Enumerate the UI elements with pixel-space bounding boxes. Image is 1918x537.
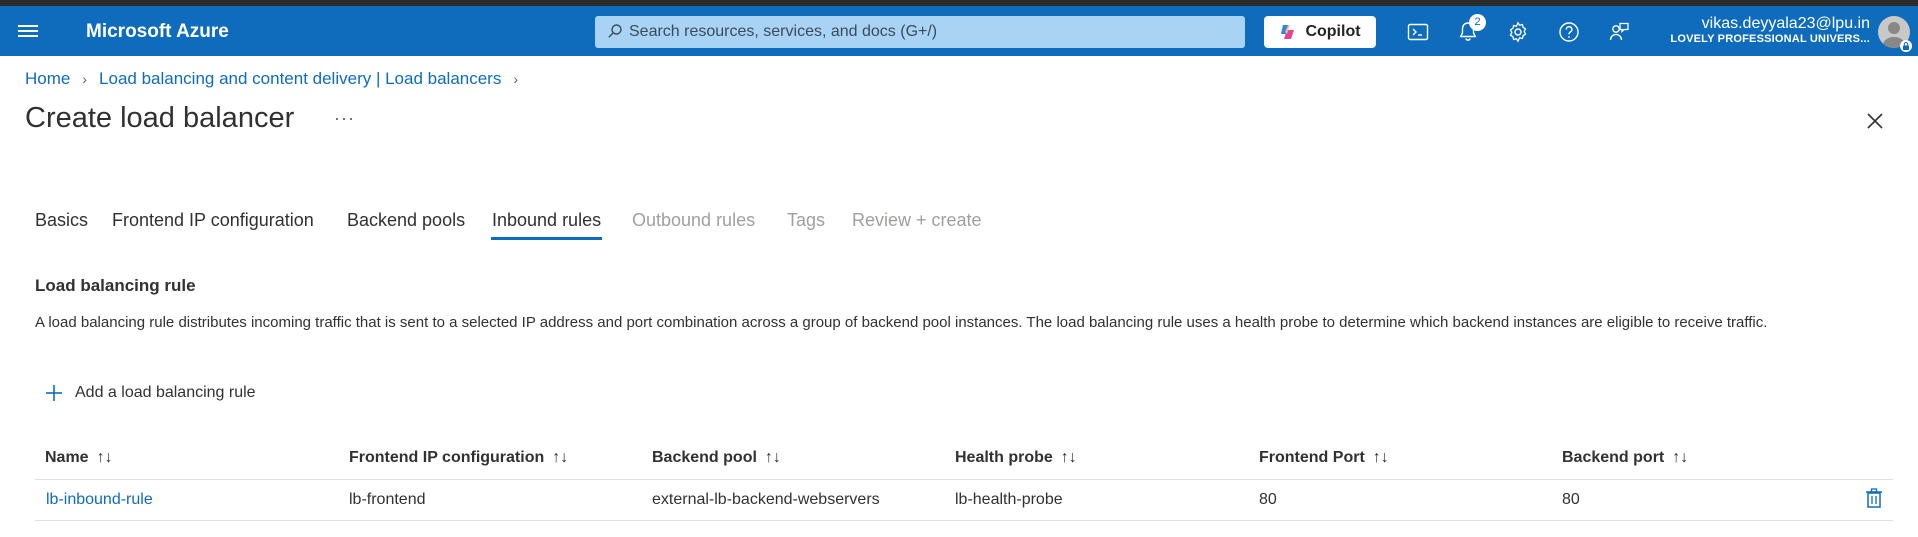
plus-icon — [46, 385, 62, 401]
more-options-button[interactable]: ··· — [334, 108, 355, 129]
cell-backend-port: 80 — [1562, 491, 1580, 508]
sort-icon: ↑↓ — [1060, 449, 1077, 466]
column-header-health-probe[interactable]: Health probe ↑↓ — [955, 449, 1077, 467]
column-header-name[interactable]: Name ↑↓ — [45, 449, 113, 467]
section-description: A load balancing rule distributes incomi… — [35, 314, 1768, 331]
rule-name-link[interactable]: lb-inbound-rule — [46, 491, 153, 509]
chevron-right-icon: › — [513, 71, 519, 87]
column-header-frontend-port[interactable]: Frontend Port ↑↓ — [1259, 449, 1389, 467]
active-tab-indicator — [491, 237, 602, 240]
lock-icon — [1900, 40, 1912, 52]
feedback-icon[interactable] — [1607, 20, 1631, 44]
breadcrumb: Home › Load balancing and content delive… — [25, 69, 530, 89]
tab-basics[interactable]: Basics — [35, 210, 88, 231]
tab-frontend-ip-configuration[interactable]: Frontend IP configuration — [112, 210, 314, 231]
breadcrumb-home[interactable]: Home — [25, 69, 70, 89]
column-header-backend-pool[interactable]: Backend pool ↑↓ — [652, 449, 781, 467]
close-icon[interactable] — [1866, 112, 1884, 130]
chevron-right-icon: › — [82, 71, 88, 87]
sort-icon: ↑↓ — [1372, 449, 1389, 466]
account-organization: LOVELY PROFESSIONAL UNIVERS... — [1670, 33, 1870, 45]
section-title: Load balancing rule — [35, 276, 196, 295]
sort-icon: ↑↓ — [764, 449, 781, 466]
cell-backend-pool: external-lb-backend-webservers — [652, 491, 880, 508]
add-load-balancing-rule-button[interactable]: Add a load balancing rule — [45, 384, 256, 402]
gear-icon[interactable] — [1506, 20, 1530, 44]
sort-icon: ↑↓ — [96, 449, 113, 466]
copilot-button[interactable]: Copilot — [1264, 16, 1376, 48]
tab-tags[interactable]: Tags — [787, 210, 825, 231]
table-header: Name ↑↓ Frontend IP configuration ↑↓ Backe… — [35, 443, 1893, 480]
search-input[interactable] — [629, 16, 1229, 48]
sort-icon: ↑↓ — [1672, 449, 1689, 466]
tab-inbound-rules[interactable]: Inbound rules — [492, 210, 601, 231]
add-rule-label: Add a load balancing rule — [75, 384, 256, 401]
tab-outbound-rules[interactable]: Outbound rules — [632, 210, 755, 231]
copilot-icon — [1281, 25, 1295, 39]
account-email: vikas.deyyala23@lpu.in — [1701, 15, 1870, 32]
column-header-frontend-ip[interactable]: Frontend IP configuration ↑↓ — [349, 449, 568, 467]
search-icon — [608, 24, 622, 38]
cell-health-probe: lb-health-probe — [955, 491, 1063, 508]
sort-icon: ↑↓ — [552, 449, 569, 466]
terminal-icon[interactable] — [1406, 20, 1430, 44]
brand-title[interactable]: Microsoft Azure — [86, 21, 229, 43]
hamburger-icon[interactable] — [18, 22, 38, 40]
question-icon[interactable] — [1557, 20, 1581, 44]
cell-frontend-ip: lb-frontend — [349, 491, 426, 508]
trash-icon[interactable] — [1865, 488, 1883, 508]
page-title: Create load balancer — [25, 102, 295, 134]
breadcrumb-load-balancers[interactable]: Load balancing and content delivery | Lo… — [99, 69, 501, 89]
tab-review-create[interactable]: Review + create — [852, 210, 982, 231]
notification-count-badge: 2 — [1469, 14, 1486, 31]
column-header-backend-port[interactable]: Backend port ↑↓ — [1562, 449, 1688, 467]
tab-backend-pools[interactable]: Backend pools — [347, 210, 465, 231]
global-search-box[interactable] — [595, 16, 1245, 48]
azure-top-bar: Microsoft Azure Copilot 2 — [0, 6, 1918, 56]
copilot-label: Copilot — [1305, 23, 1361, 40]
account-info[interactable]: vikas.deyyala23@lpu.in LOVELY PROFESSION… — [1670, 15, 1870, 45]
cell-frontend-port: 80 — [1259, 491, 1277, 508]
table-row: lb-inbound-rule lb-frontend external-lb-… — [35, 480, 1893, 521]
